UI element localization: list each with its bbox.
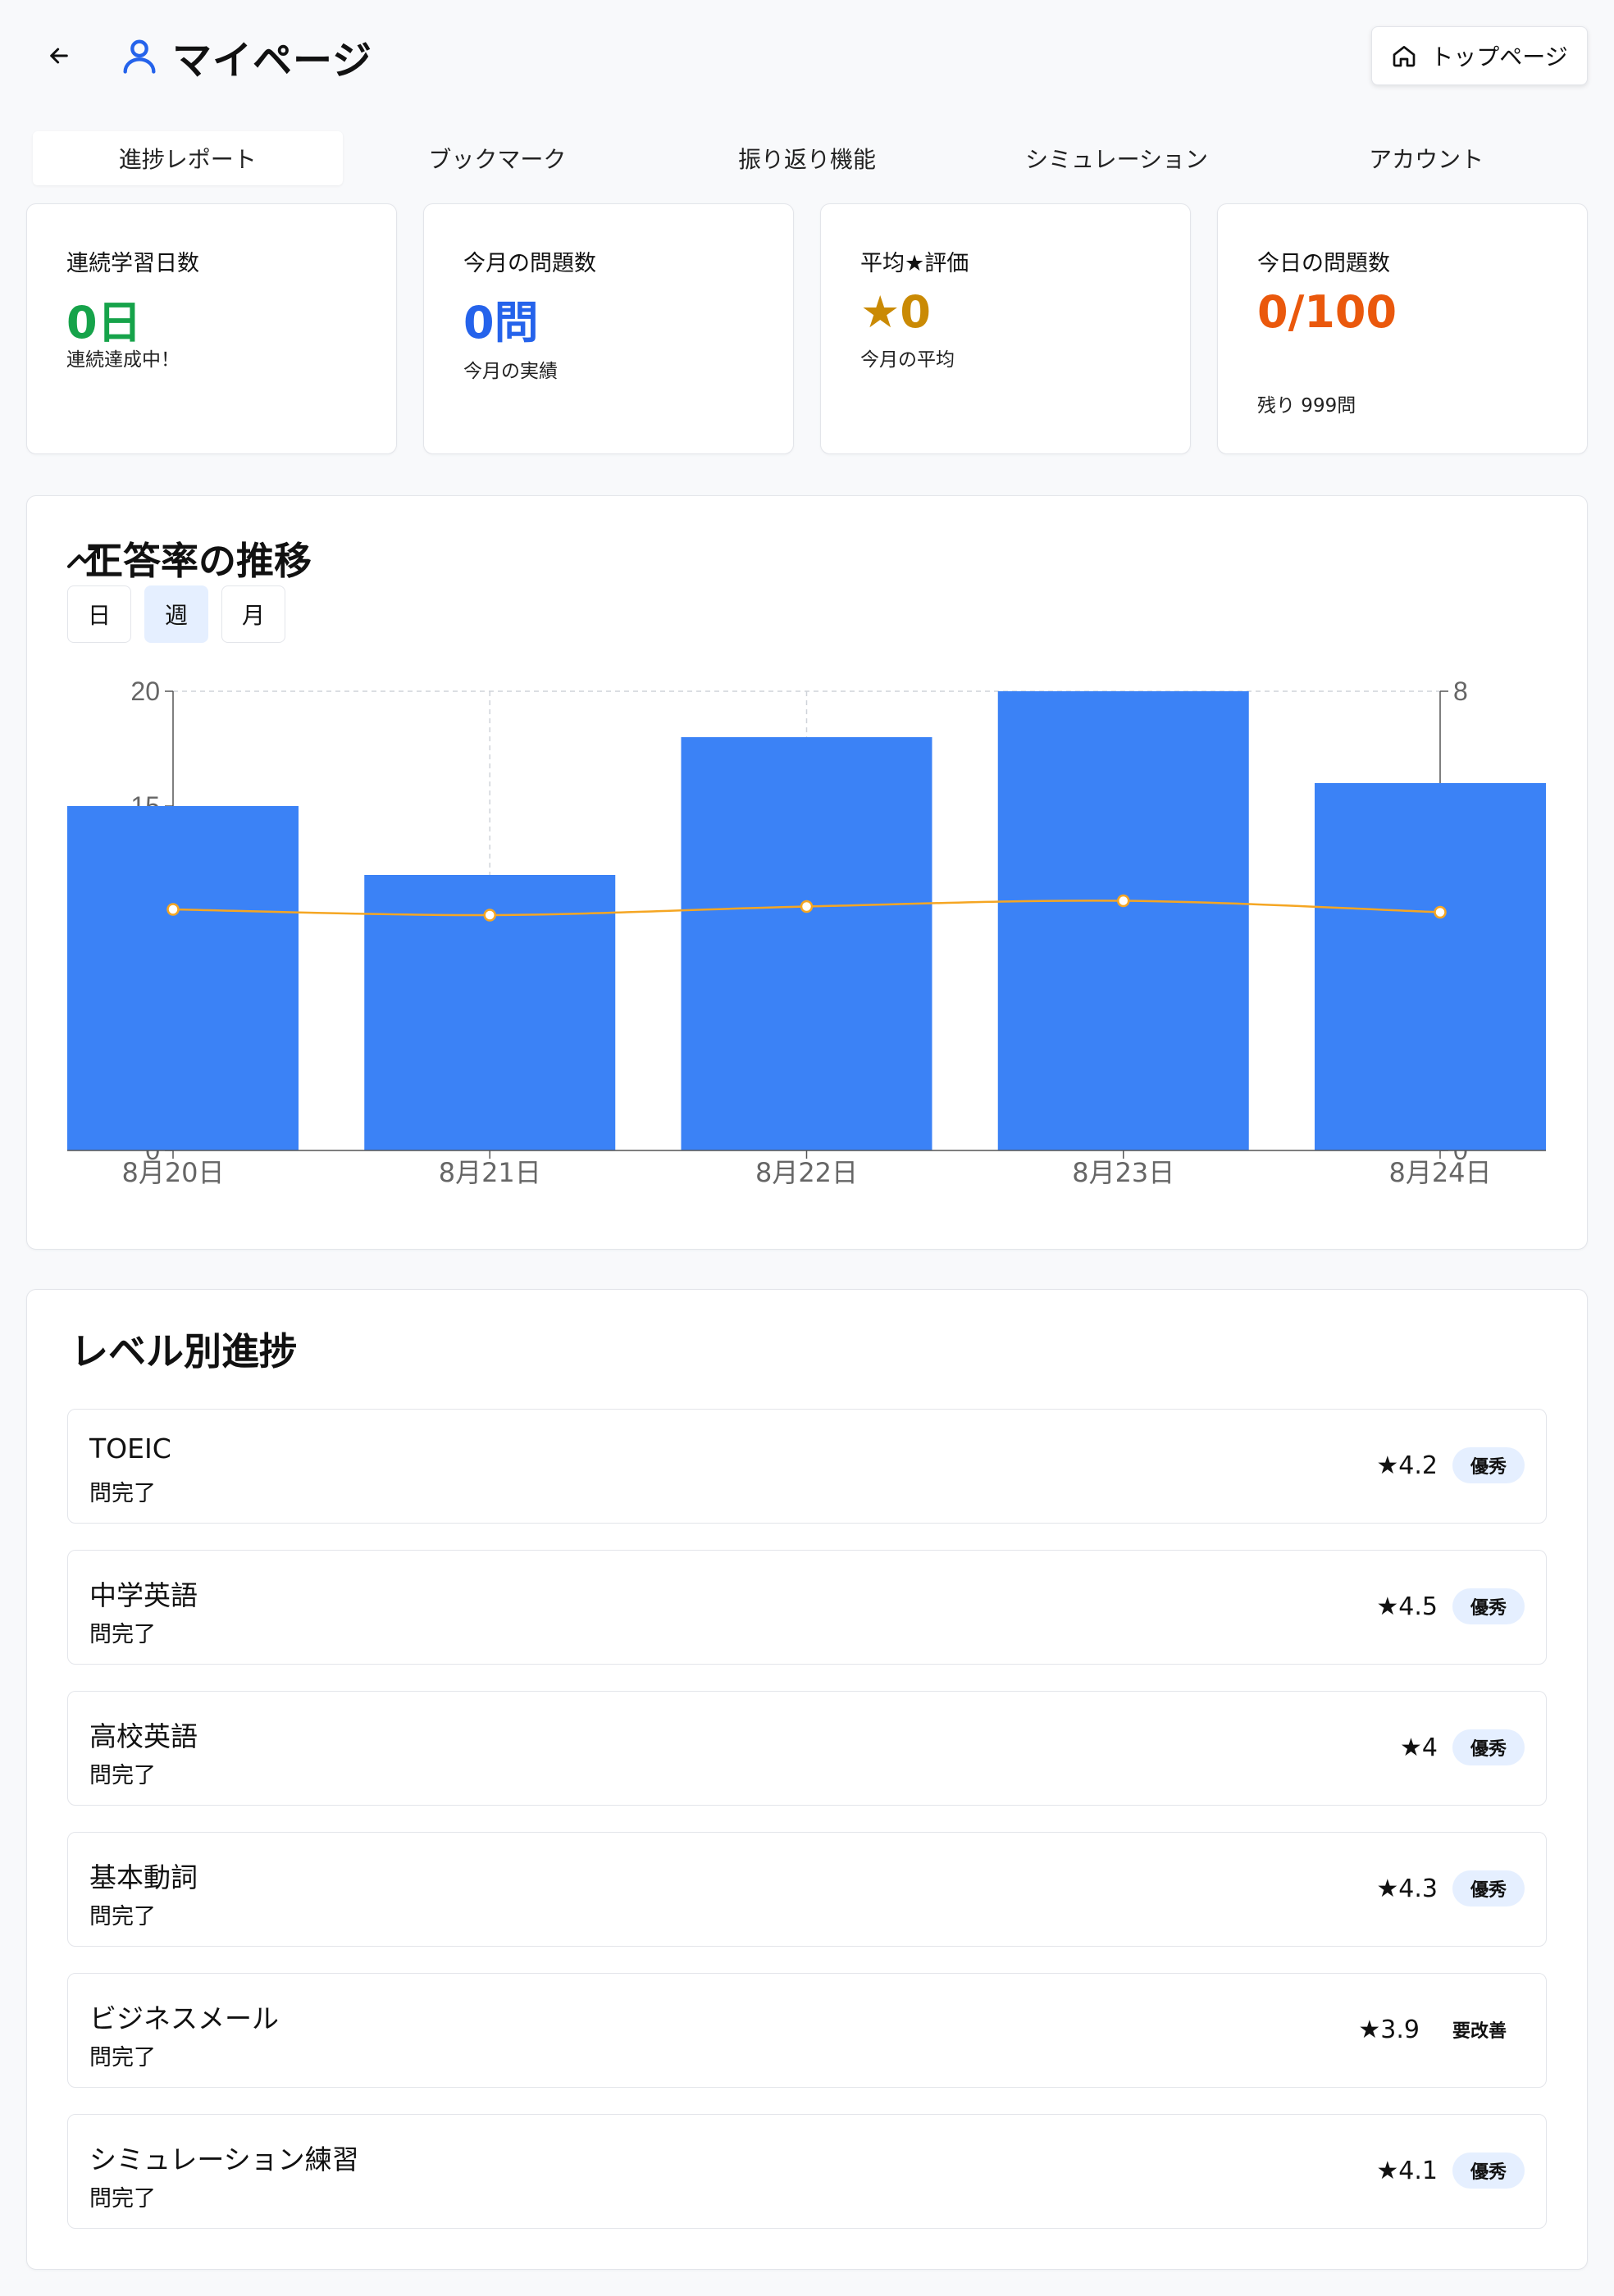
level-rating: ★4 — [1400, 1733, 1438, 1762]
level-status: 問完了 — [89, 1904, 156, 1929]
accuracy-chart: 01520088月20日8月21日8月22日8月23日8月24日 — [67, 676, 1546, 1188]
x-tick-label: 8月23日 — [1072, 1157, 1174, 1188]
level-right: ★4 優秀 — [1400, 1729, 1525, 1765]
x-tick-label: 8月21日 — [439, 1157, 541, 1188]
level-right: ★3.9 要改善 — [1358, 2011, 1525, 2048]
level-rating: ★3.9 — [1358, 2015, 1420, 2044]
x-tick-label: 8月22日 — [755, 1157, 858, 1188]
level-section-title: レベル別進捗 — [71, 1329, 297, 1374]
level-status: 問完了 — [89, 1481, 156, 1506]
x-tick-label: 8月24日 — [1388, 1157, 1491, 1188]
chart-bar — [997, 691, 1249, 1150]
level-status: 問完了 — [89, 1622, 156, 1647]
trend-point — [1117, 894, 1130, 908]
level-name: 基本動詞 — [89, 1861, 198, 1893]
level-row[interactable]: 中学英語問完了 ★4.5 優秀 — [67, 1550, 1547, 1665]
level-row[interactable]: ビジネスメール問完了 ★3.9 要改善 — [67, 1973, 1547, 2088]
level-rating: ★4.1 — [1376, 2156, 1438, 2185]
level-rating: ★4.3 — [1376, 1874, 1438, 1903]
level-name: 高校英語 — [89, 1720, 198, 1752]
chart-bar — [67, 806, 299, 1150]
level-row[interactable]: シミュレーション練習問完了 ★4.1 優秀 — [67, 2114, 1547, 2229]
level-status: 問完了 — [89, 2045, 156, 2070]
chart-bar — [1315, 783, 1546, 1150]
level-name: シミュレーション練習 — [89, 2143, 359, 2175]
level-name: TOEIC — [89, 1433, 171, 1465]
level-status: 問完了 — [89, 2186, 156, 2212]
level-right: ★4.2 優秀 — [1376, 1447, 1525, 1483]
chart-bar — [681, 737, 932, 1150]
trend-point — [800, 900, 814, 913]
level-rating: ★4.2 — [1376, 1451, 1438, 1480]
level-status: 問完了 — [89, 1763, 156, 1788]
trend-point — [483, 909, 496, 922]
level-name: 中学英語 — [89, 1579, 198, 1611]
y-tick-label-right: 8 — [1453, 676, 1468, 706]
level-row[interactable]: TOEIC 問完了 ★4.2 優秀 — [67, 1409, 1547, 1524]
level-row[interactable]: 基本動詞問完了 ★4.3 優秀 — [67, 1832, 1547, 1947]
level-badge: 要改善 — [1452, 2021, 1507, 2042]
trend-point — [166, 903, 180, 916]
level-right: ★4.3 優秀 — [1376, 1870, 1525, 1906]
level-badge: 優秀 — [1452, 2152, 1525, 2189]
level-badge: 優秀 — [1452, 1588, 1525, 1624]
level-badge: 優秀 — [1452, 1447, 1525, 1483]
level-right: ★4.5 優秀 — [1376, 1588, 1525, 1624]
level-badge: 優秀 — [1452, 1870, 1525, 1906]
y-tick-label-left: 20 — [130, 676, 160, 706]
level-name: ビジネスメール — [89, 2002, 279, 2034]
level-rating: ★4.5 — [1376, 1592, 1438, 1621]
level-badge: 優秀 — [1452, 1729, 1525, 1765]
trend-point — [1434, 905, 1447, 919]
x-tick-label: 8月20日 — [121, 1157, 224, 1188]
level-right: ★4.1 優秀 — [1376, 2152, 1525, 2189]
level-row[interactable]: 高校英語問完了 ★4 優秀 — [67, 1691, 1547, 1806]
